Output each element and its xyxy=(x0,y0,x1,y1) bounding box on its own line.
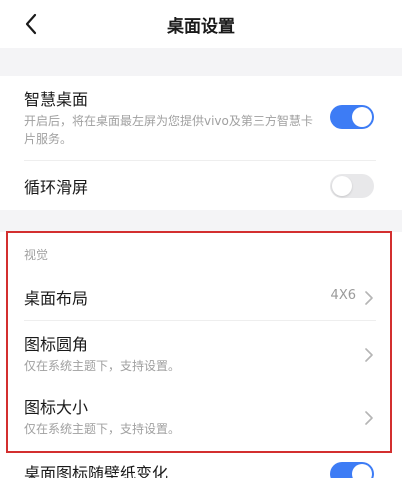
toggle-knob xyxy=(352,464,372,478)
smart-desktop-row[interactable]: 智慧桌面 开启后，将在桌面最左屏为您提供vivo及第三方智慧卡片服务。 xyxy=(0,76,402,158)
icon-corner-row[interactable]: 图标圆角 仅在系统主题下，支持设置。 xyxy=(0,323,402,387)
icon-wallpaper-toggle[interactable] xyxy=(330,462,374,478)
visual-section-title: 视觉 xyxy=(24,248,49,262)
icon-corner-description: 仅在系统主题下，支持设置。 xyxy=(24,359,181,373)
toggle-knob xyxy=(332,176,352,196)
divider xyxy=(24,160,376,161)
cyclic-scroll-row[interactable]: 循环滑屏 xyxy=(0,162,402,208)
cyclic-scroll-label: 循环滑屏 xyxy=(24,178,89,197)
page-title: 桌面设置 xyxy=(167,17,235,37)
toggle-knob xyxy=(352,107,372,127)
top-bar: 桌面设置 xyxy=(0,0,402,48)
icon-wallpaper-row[interactable]: 桌面图标随壁纸变化 xyxy=(0,456,402,478)
chevron-right-icon xyxy=(364,410,374,425)
icon-wallpaper-label: 桌面图标随壁纸变化 xyxy=(24,464,169,478)
cyclic-scroll-toggle[interactable] xyxy=(330,174,374,198)
icon-size-description: 仅在系统主题下，支持设置。 xyxy=(24,422,181,436)
spacer-band xyxy=(0,210,402,232)
icon-corner-label: 图标圆角 xyxy=(24,335,89,354)
desktop-layout-label: 桌面布局 xyxy=(24,289,89,308)
icon-size-row[interactable]: 图标大小 仅在系统主题下，支持设置。 xyxy=(0,388,402,450)
desktop-layout-value: 4X6 xyxy=(330,288,356,303)
chevron-right-icon xyxy=(364,290,374,305)
chevron-right-icon xyxy=(364,347,374,362)
smart-desktop-label: 智慧桌面 xyxy=(24,90,89,109)
spacer-band xyxy=(0,48,402,76)
icon-size-label: 图标大小 xyxy=(24,398,89,417)
divider xyxy=(24,320,376,321)
smart-desktop-description: 开启后，将在桌面最左屏为您提供vivo及第三方智慧卡片服务。 xyxy=(24,114,313,146)
desktop-layout-row[interactable]: 桌面布局 4X6 xyxy=(0,276,402,318)
smart-desktop-toggle[interactable] xyxy=(330,105,374,129)
